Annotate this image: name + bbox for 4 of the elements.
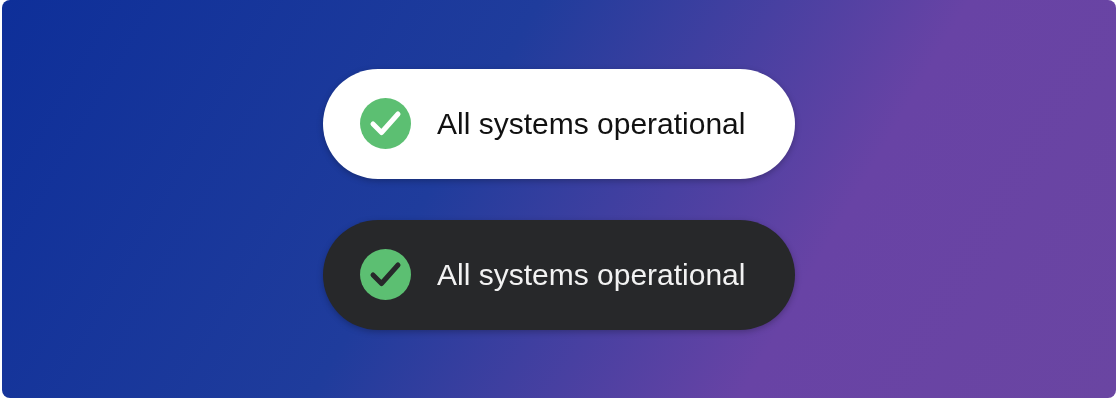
check-circle-icon	[360, 98, 411, 149]
status-text: All systems operational	[437, 106, 746, 142]
status-text: All systems operational	[437, 257, 746, 293]
check-circle-icon	[360, 249, 411, 300]
